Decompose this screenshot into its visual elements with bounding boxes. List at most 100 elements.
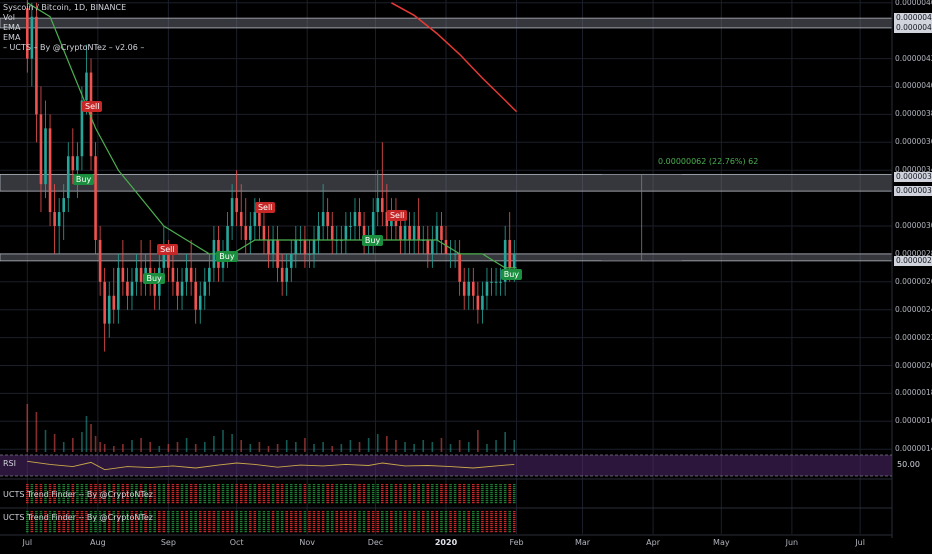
trend-finder-1-bar — [249, 496, 252, 498]
x-tick-label: Dec — [367, 538, 384, 547]
trend-finder-2-bar — [180, 529, 184, 531]
trend-finder-1-bar — [335, 484, 339, 486]
trend-finder-2-bar — [299, 529, 302, 531]
trend-finder-1-bar — [385, 496, 389, 498]
trend-finder-1-bar — [280, 488, 284, 490]
trend-finder-1-bar — [481, 496, 484, 498]
trend-finder-2-bar — [258, 525, 261, 527]
trend-finder-1-bar — [249, 488, 252, 490]
trend-finder-2-bar — [258, 527, 261, 529]
trend-finder-1-bar — [358, 486, 361, 488]
trend-finder-2-bar — [126, 529, 129, 531]
trend-finder-1-bar — [494, 486, 498, 488]
trend-finder-1-bar — [294, 490, 298, 492]
trend-finder-1-bar — [294, 494, 298, 496]
trend-finder-2-bar — [117, 527, 120, 529]
trend-finder-1-bar — [317, 500, 320, 502]
trend-finder-2-bar — [349, 529, 352, 531]
trend-finder-1-bar — [308, 500, 311, 502]
trend-finder-2-bar — [321, 531, 325, 533]
trend-finder-1-bar — [317, 486, 320, 488]
trend-finder-2-bar — [217, 531, 220, 533]
x-tick-label: Apr — [646, 538, 660, 547]
trend-finder-1-bar — [162, 498, 166, 500]
trend-finder-1-bar — [385, 498, 389, 500]
trend-finder-2-bar — [239, 521, 243, 523]
trend-finder-1-bar — [235, 500, 238, 502]
trend-finder-1-bar — [62, 486, 66, 488]
trend-finder-2-bar — [176, 525, 179, 527]
trend-finder-2-bar — [85, 525, 88, 527]
candle-body — [117, 267, 120, 310]
trend-finder-1-bar — [312, 494, 316, 496]
candle-body — [376, 198, 380, 213]
trend-finder-2-bar — [458, 517, 461, 519]
trend-finder-1-bar — [412, 500, 416, 502]
trend-finder-2-bar — [376, 531, 380, 533]
trend-finder-2-bar — [221, 511, 225, 513]
trend-finder-1-bar — [412, 488, 416, 490]
candle-body — [139, 267, 143, 282]
trend-finder-2-bar — [371, 511, 375, 513]
trend-finder-2-bar — [376, 515, 380, 517]
trend-finder-2-bar — [249, 515, 252, 517]
trend-finder-2-bar — [71, 523, 75, 525]
candle-body — [103, 281, 106, 324]
trend-finder-1-bar — [57, 486, 61, 488]
chart-canvas[interactable] — [0, 0, 932, 550]
trend-finder-1-bar — [217, 484, 220, 486]
trend-finder-1-bar — [385, 490, 389, 492]
trend-finder-2-bar — [481, 523, 484, 525]
trend-finder-1-bar — [435, 484, 439, 486]
trend-finder-2-bar — [467, 517, 471, 519]
trend-finder-1-bar — [490, 488, 493, 490]
trend-finder-2-bar — [144, 531, 147, 533]
trend-finder-2-bar — [485, 531, 489, 533]
trend-finder-1-bar — [280, 486, 284, 488]
trend-finder-2-bar — [230, 513, 234, 515]
trend-finder-1-bar — [353, 490, 357, 492]
trend-finder-2-bar — [98, 531, 102, 533]
trend-finder-1-bar — [512, 496, 516, 498]
trend-finder-2-bar — [167, 515, 170, 517]
trend-finder-2-bar — [89, 531, 93, 533]
trend-finder-2-bar — [62, 525, 66, 527]
trend-finder-1-bar — [312, 500, 316, 502]
trend-finder-1-bar — [349, 498, 352, 500]
trend-finder-2-bar — [249, 513, 252, 515]
trend-finder-2-bar — [362, 517, 366, 519]
trend-finder-1-bar — [440, 484, 443, 486]
trend-finder-2-bar — [276, 527, 279, 529]
chart-area[interactable]: Syscoin / Bitcoin, 1D, BINANCE Vol EMA E… — [0, 0, 932, 550]
trend-finder-2-bar — [226, 511, 229, 513]
trend-finder-2-bar — [472, 523, 475, 525]
trend-finder-1-bar — [267, 502, 270, 504]
trend-finder-1-bar — [508, 492, 512, 494]
trend-finder-2-bar — [39, 523, 43, 525]
trend-finder-1-bar — [185, 498, 188, 500]
trend-finder-1-bar — [321, 486, 325, 488]
trend-finder-1-bar — [167, 496, 170, 498]
trend-finder-2-bar — [271, 521, 275, 523]
trend-finder-1-bar — [66, 486, 70, 488]
volume-bar — [222, 430, 224, 452]
trend-finder-1-bar — [217, 496, 220, 498]
trend-finder-2-bar — [121, 523, 125, 525]
trend-finder-1-bar — [271, 484, 275, 486]
trend-finder-1-bar — [303, 494, 307, 496]
trend-finder-1-bar — [230, 484, 234, 486]
trend-finder-1-bar — [317, 498, 320, 500]
trend-finder-2-bar — [35, 527, 38, 529]
trend-finder-1-bar — [176, 488, 179, 490]
trend-finder-2-bar — [217, 529, 220, 531]
trend-finder-2-bar — [285, 523, 289, 525]
trend-finder-1-bar — [162, 500, 166, 502]
trend-finder-2-bar — [340, 515, 343, 517]
trend-finder-1-bar — [217, 492, 220, 494]
trend-finder-2-bar — [189, 511, 193, 513]
trend-finder-2-bar — [512, 511, 516, 513]
trend-finder-2-bar — [394, 521, 398, 523]
candle-body — [499, 281, 502, 283]
trend-finder-2-bar — [326, 521, 329, 523]
trend-finder-1-bar — [349, 496, 352, 498]
